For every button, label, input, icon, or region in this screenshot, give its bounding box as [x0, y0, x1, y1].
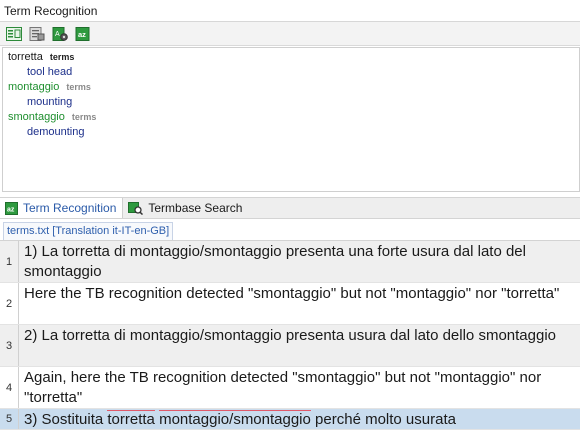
term-source-label: smontaggio	[8, 111, 65, 123]
svg-text:A: A	[55, 31, 60, 38]
tab-term-recognition[interactable]: az Term Recognition	[0, 198, 124, 218]
tab-termbase-search[interactable]: Termbase Search	[123, 198, 248, 218]
termbase-az-button[interactable]: az	[74, 26, 91, 41]
term-target-mounting[interactable]: mounting	[8, 95, 579, 110]
editor-grid: 1 1) La torretta di montaggio/smontaggio…	[0, 240, 580, 434]
segment-text[interactable]: 3) Sostituita torretta montaggio/smontag…	[19, 409, 580, 429]
termbase-tag: terms	[66, 82, 91, 92]
termbase-options-button[interactable]: A	[51, 26, 68, 41]
term-target-tool-head[interactable]: tool head	[8, 65, 579, 80]
recognized-term-torretta: torretta	[107, 410, 155, 428]
segment-row[interactable]: 4 Again, here the TB recognition detecte…	[0, 367, 580, 409]
term-source-label: torretta	[8, 51, 43, 63]
termbase-tag: terms	[49, 52, 75, 62]
az-book-icon: az	[75, 26, 89, 41]
document-tab[interactable]: terms.txt [Translation it-IT-en-GB]	[3, 222, 174, 240]
segment-text[interactable]: Again, here the TB recognition detected …	[19, 367, 580, 408]
segment-row-selected[interactable]: 5 3) Sostituita torretta montaggio/smont…	[0, 409, 580, 430]
term-source-torretta[interactable]: torretta terms	[8, 50, 579, 65]
segment-text-part: perché molto usurata	[310, 411, 456, 428]
segment-number: 4	[0, 367, 19, 408]
segment-text[interactable]: 2) La torretta di montaggio/smontaggio p…	[19, 325, 580, 366]
termbase-search-icon	[128, 201, 144, 215]
term-source-smontaggio[interactable]: smontaggio terms	[8, 110, 579, 125]
term-source-montaggio[interactable]: montaggio terms	[8, 80, 579, 95]
termbase-list-icon	[29, 26, 44, 41]
view-layout-button[interactable]	[5, 26, 22, 41]
termbase-tag: terms	[71, 112, 97, 122]
svg-text:az: az	[78, 30, 86, 39]
segment-row[interactable]: 2 Here the TB recognition detected "smon…	[0, 283, 580, 325]
term-target-demounting[interactable]: demounting	[8, 125, 579, 140]
segment-text[interactable]: Here the TB recognition detected "smonta…	[19, 283, 580, 324]
tab-label: Term Recognition	[23, 201, 117, 215]
segment-row[interactable]: 1 1) La torretta di montaggio/smontaggio…	[0, 241, 580, 283]
panel-title: Term Recognition	[0, 0, 580, 22]
tab-label: Termbase Search	[148, 201, 243, 215]
term-source-label: montaggio	[8, 81, 60, 93]
segment-number: 5	[0, 409, 19, 429]
termbase-settings-button[interactable]	[28, 26, 45, 41]
term-recognition-list: torretta terms tool head montaggio terms m…	[2, 47, 580, 192]
segment-number: 2	[0, 283, 19, 324]
term-toolbar: A az	[0, 22, 580, 46]
segment-number: 3	[0, 325, 19, 366]
text-layout-icon	[5, 26, 22, 41]
segment-number: 1	[0, 241, 19, 282]
bottom-tab-bar: az Term Recognition Termbase Search	[0, 197, 580, 219]
segment-row[interactable]: 3 2) La torretta di montaggio/smontaggio…	[0, 325, 580, 367]
az-book-icon: az	[5, 201, 18, 215]
recognized-term-montaggio: montaggio	[159, 410, 230, 428]
recognized-term-smontaggio: smontaggio	[233, 410, 311, 428]
segment-text-part: 3) Sostituita	[24, 411, 108, 428]
termbase-gear-icon: A	[52, 26, 68, 41]
segment-text[interactable]: 1) La torretta di montaggio/smontaggio p…	[19, 241, 580, 282]
svg-text:az: az	[7, 206, 15, 213]
